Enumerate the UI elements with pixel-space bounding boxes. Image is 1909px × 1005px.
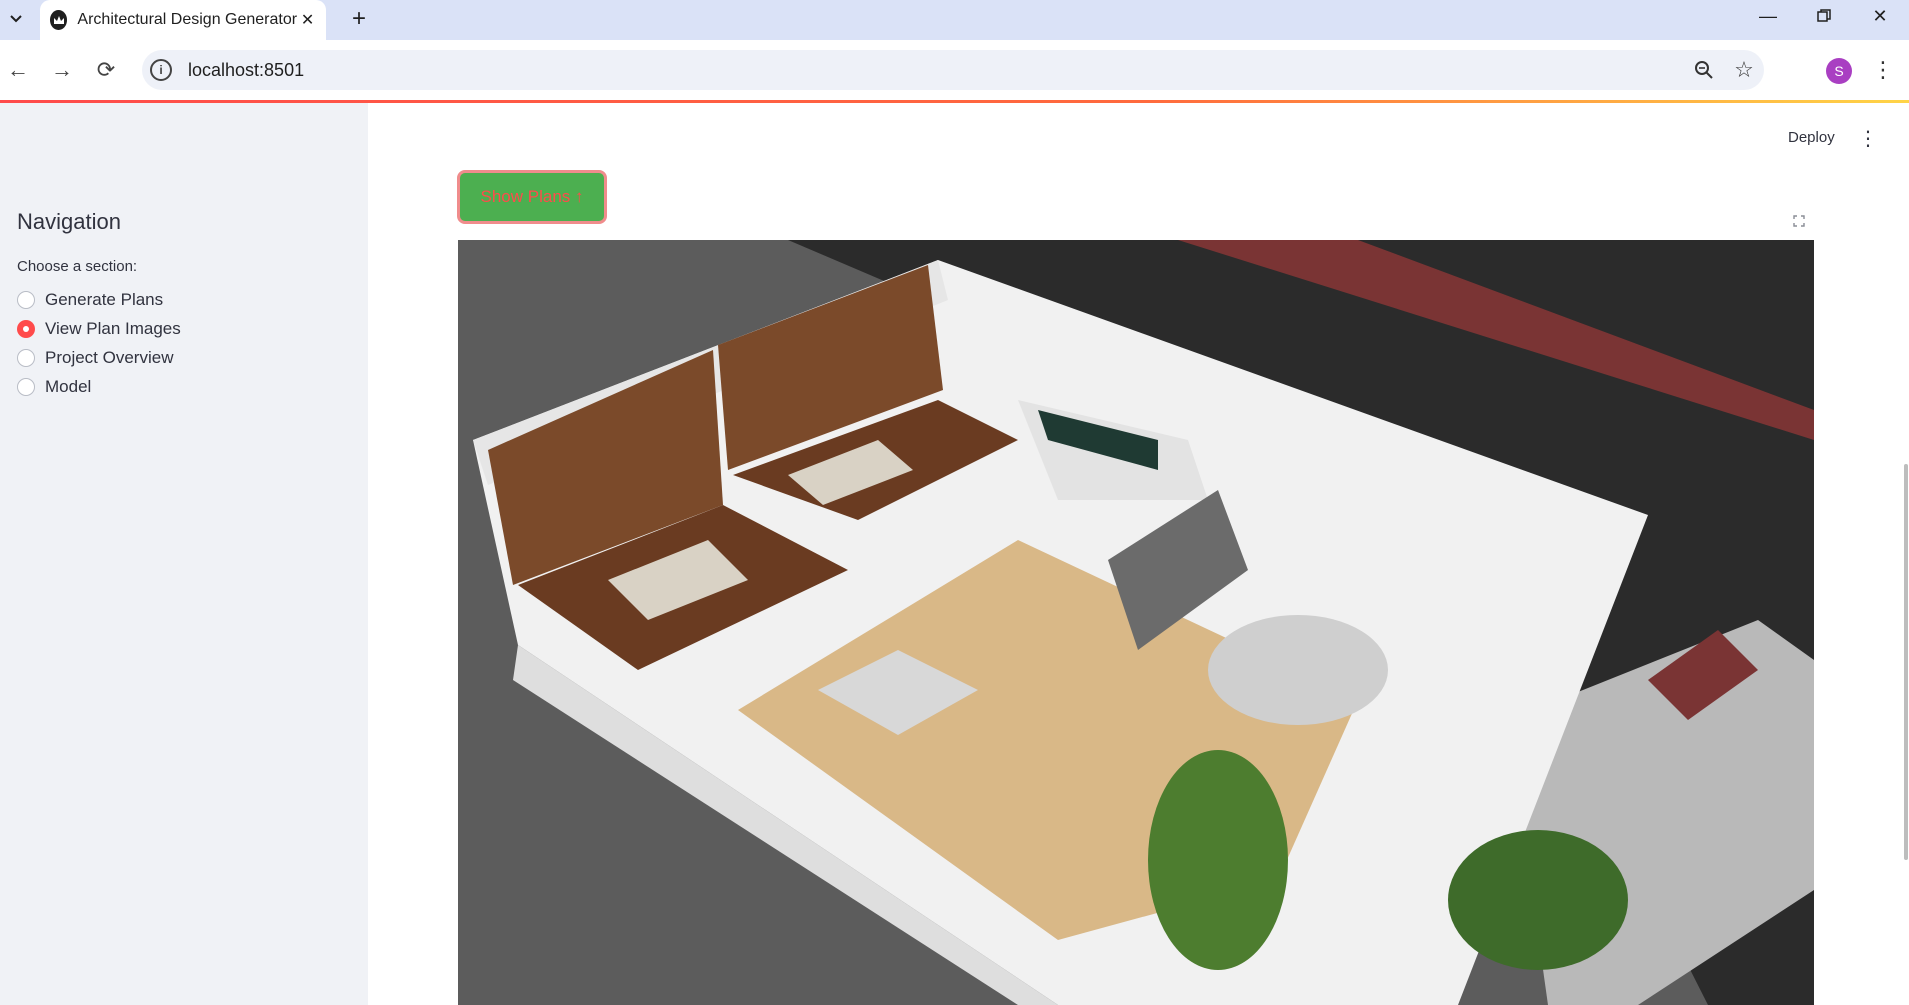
minimize-icon[interactable]: —	[1740, 0, 1796, 32]
radio-option-label: Generate Plans	[45, 290, 164, 309]
fullscreen-icon[interactable]	[1788, 210, 1810, 232]
sidebar: Navigation Choose a section: Generate Pl…	[0, 103, 368, 1005]
kebab-menu-icon[interactable]: ⋮	[1858, 126, 1878, 150]
browser-tab-bar: Architectural Design Generator ✕ + — ✕	[0, 0, 1909, 40]
plan-image	[458, 240, 1814, 1005]
avatar[interactable]: S	[1826, 58, 1852, 84]
window-close-icon[interactable]: ✕	[1852, 0, 1908, 32]
radio-option-generate-plans[interactable]: Generate Plans	[17, 286, 163, 314]
reload-icon[interactable]: ⟳	[88, 52, 124, 88]
zoom-icon[interactable]	[1684, 50, 1724, 90]
radio-circle[interactable]	[17, 291, 35, 309]
arrow-left-icon[interactable]: ←	[0, 52, 36, 88]
info-icon[interactable]: i	[150, 59, 172, 81]
radio-option-project-overview[interactable]: Project Overview	[17, 344, 173, 372]
chevron-down-icon[interactable]	[4, 6, 28, 32]
show-plans-button[interactable]: Show Plans ↑	[457, 170, 607, 224]
radio-option-model[interactable]: Model	[17, 373, 91, 401]
sidebar-title: Navigation	[17, 209, 121, 234]
url-text[interactable]: localhost:8501	[188, 60, 1684, 81]
tab-title: Architectural Design Generator	[77, 11, 298, 28]
restore-icon[interactable]	[1796, 0, 1852, 32]
radio-option-label: Model	[45, 377, 92, 396]
scrollbar[interactable]	[1904, 464, 1908, 860]
radio-circle-selected[interactable]	[17, 320, 35, 338]
address-bar[interactable]: i localhost:8501 ☆	[142, 50, 1764, 90]
browser-tab[interactable]: Architectural Design Generator ✕	[40, 0, 326, 40]
browser-toolbar: ← → ⟳ i localhost:8501 ☆	[0, 40, 1909, 100]
close-icon[interactable]: ✕	[297, 8, 318, 32]
plus-icon[interactable]: +	[344, 4, 374, 34]
radio-circle[interactable]	[17, 378, 35, 396]
kebab-menu-icon[interactable]: ⋮	[1868, 52, 1898, 88]
streamlit-crown-icon	[50, 10, 68, 30]
radio-group-label: Choose a section:	[17, 258, 138, 275]
radio-circle[interactable]	[17, 349, 35, 367]
radio-option-label: View Plan Images	[45, 319, 181, 338]
deploy-button[interactable]: Deploy	[1788, 129, 1835, 146]
star-icon[interactable]: ☆	[1724, 50, 1764, 90]
radio-option-label: Project Overview	[45, 348, 174, 367]
radio-option-view-plan-images[interactable]: View Plan Images	[17, 315, 181, 343]
arrow-right-icon[interactable]: →	[44, 52, 80, 88]
